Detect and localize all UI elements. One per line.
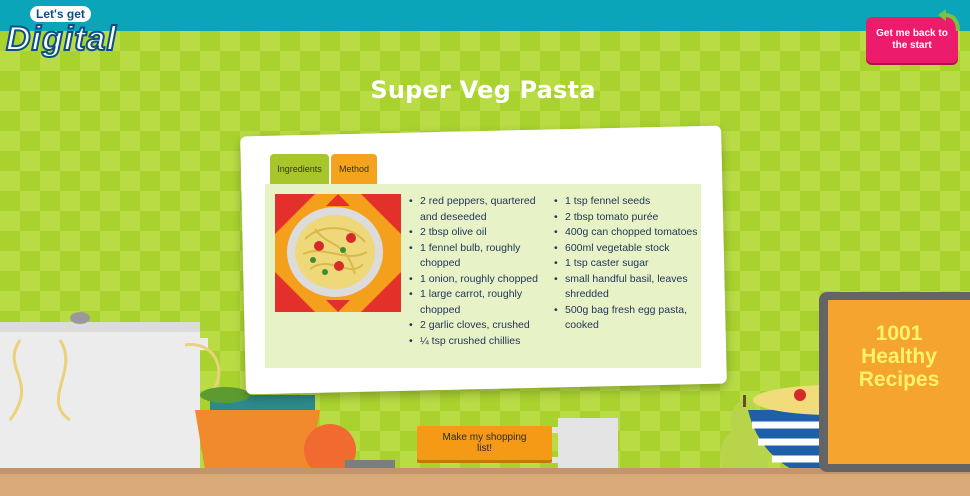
make-shopping-list-label: Make my shopping list! (442, 432, 527, 454)
ingredient-item: 1 fennel bulb, roughly chopped (409, 241, 544, 272)
book-cover: 1001 Healthy Recipes (828, 300, 970, 464)
ingredient-item: 1 onion, roughly chopped (409, 272, 544, 288)
back-arrow-icon (938, 9, 960, 32)
ingredient-item: 600ml vegetable stock (554, 241, 704, 257)
book-title-line1: 1001 (875, 322, 923, 345)
ingredients-list-col1: 2 red peppers, quartered and deseeded 2 … (409, 194, 544, 349)
ingredient-item: 1 large carrot, roughly chopped (409, 287, 544, 318)
ingredient-item: 1 tsp fennel seeds (554, 194, 704, 210)
ingredient-item: 2 tbsp tomato purée (554, 210, 704, 226)
book-title-line3: Recipes (858, 368, 940, 391)
tab-method[interactable]: Method (331, 154, 377, 184)
kitchen-counter (0, 468, 970, 496)
page-title: Super Veg Pasta (370, 76, 596, 104)
ingredient-item: 500g bag fresh egg pasta, cooked (554, 303, 704, 334)
back-to-start-button[interactable]: Get me back to the start (866, 9, 960, 63)
ingredient-item: 2 garlic cloves, crushed (409, 318, 544, 334)
lets-get-digital-logo[interactable]: Let's get Digital (5, 4, 118, 70)
ingredient-item: small handful basil, leaves shredded (554, 272, 704, 303)
ingredients-list-col2: 1 tsp fennel seeds 2 tbsp tomato purée 4… (554, 194, 704, 334)
ingredient-item: ¼ tsp crushed chillies (409, 334, 544, 350)
ingredient-item: 400g can chopped tomatoes (554, 225, 704, 241)
mixing-bowl-orange (195, 387, 395, 476)
ingredient-item: 2 tbsp olive oil (409, 225, 544, 241)
make-shopping-list-button[interactable]: Make my shopping list! (417, 426, 552, 460)
ingredient-item: 1 tsp caster sugar (554, 256, 704, 272)
logo-line2: Digital (5, 19, 117, 59)
book-title-line2: Healthy (861, 345, 937, 368)
pasta-plate-image (275, 194, 401, 312)
tab-ingredients[interactable]: Ingredients (270, 154, 329, 184)
recipe-book: 1001 Healthy Recipes (819, 292, 970, 472)
ingredient-item: 2 red peppers, quartered and deseeded (409, 194, 544, 225)
cooking-pot (0, 312, 221, 472)
